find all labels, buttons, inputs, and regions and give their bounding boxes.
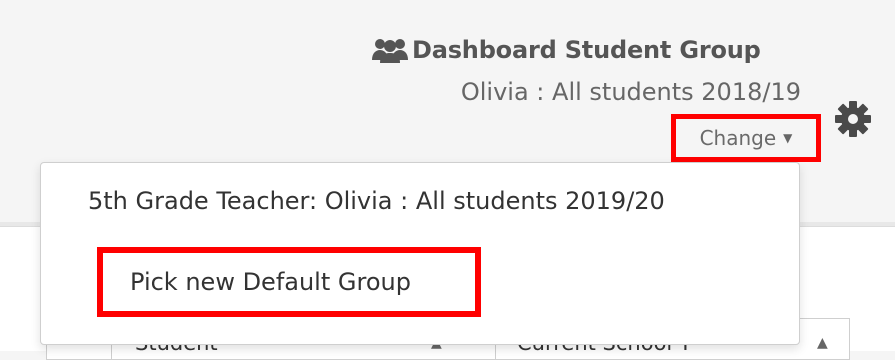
- pick-default-group-label: Pick new Default Group: [130, 268, 411, 296]
- group-dropdown-menu: 5th Grade Teacher: Olivia : All students…: [40, 162, 800, 345]
- change-button-label: Change: [699, 126, 777, 150]
- dashboard-group-title: Dashboard Student Group: [370, 32, 761, 68]
- group-title-label: Dashboard Student Group: [412, 36, 761, 64]
- current-group-name: Olivia : All students 2018/19: [460, 78, 801, 106]
- gear-icon[interactable]: [832, 98, 874, 140]
- caret-down-icon: ▼: [783, 131, 793, 145]
- change-group-button[interactable]: Change ▼: [671, 114, 821, 162]
- menu-item-pick-default-group[interactable]: Pick new Default Group: [97, 247, 481, 317]
- sort-icon[interactable]: ▲: [817, 335, 828, 351]
- users-icon: [372, 39, 408, 63]
- menu-item-current-group[interactable]: 5th Grade Teacher: Olivia : All students…: [88, 187, 665, 215]
